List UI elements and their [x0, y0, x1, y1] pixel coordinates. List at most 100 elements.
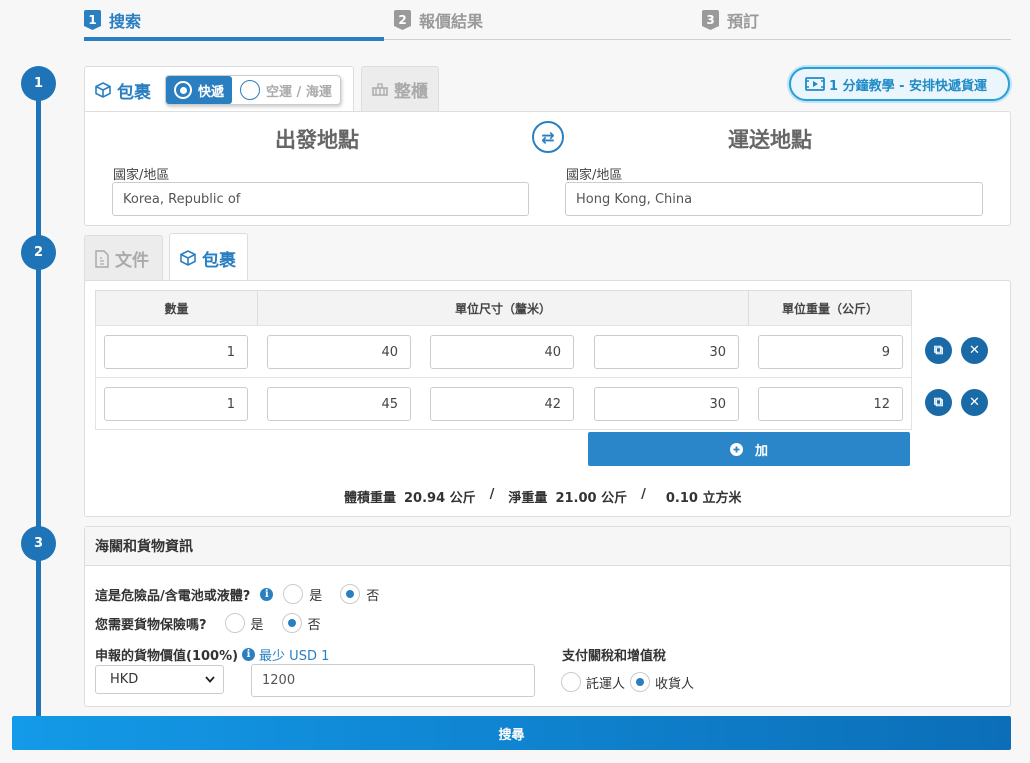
video-icon [805, 77, 825, 91]
tab-cargo-parcel-label: 包裹 [202, 250, 236, 271]
cargo-card: 數量 單位尺寸（釐米） 單位重量（公斤） 1 40 40 30 9 ⧉ ✕ 1 … [84, 280, 1011, 517]
duties-shipper-label: 託運人 [586, 676, 626, 692]
container-icon [372, 82, 388, 96]
volumetric-weight-label: 體積重量 [344, 491, 397, 506]
origin-country-field[interactable]: Korea, Republic of [112, 182, 529, 216]
mode-toggle: 快遞 空運 / 海運 [165, 75, 341, 105]
step-search: 1 搜索 [84, 8, 141, 32]
weight-summary: 體積重量 20.94 公斤 / 淨重量 21.00 公斤 / 0.10 立方米 [344, 487, 741, 506]
insurance-label: 您需要貨物保險嗎? [95, 617, 207, 633]
weight-header: 單位重量（公斤） [748, 290, 912, 326]
tab-cargo-parcel[interactable]: 包裹 [169, 233, 248, 282]
tab-container-label: 整櫃 [394, 81, 428, 102]
copy-row-icon[interactable]: ⧉ [925, 337, 952, 364]
mode-air-sea-label: 空運 / 海運 [266, 84, 332, 100]
declared-value-input[interactable]: 1200 [251, 664, 535, 697]
duties-label: 支付關稅和增值稅 [562, 649, 667, 664]
customs-card: 海關和貨物資訊 這是危險品/含電池或液體? i 是 否 您需要貨物保險嗎? 是 … [84, 526, 1011, 707]
plus-circle-icon [729, 442, 743, 456]
currency-value: HKD [110, 672, 139, 687]
declared-value-row: 申報的貨物價值(100%) i 最少 USD 1 [95, 645, 329, 664]
dangerous-yes-radio[interactable] [283, 584, 304, 604]
qty-input[interactable]: 1 [104, 387, 248, 421]
dangerous-no-radio[interactable] [340, 584, 361, 604]
step-quotes: 2 報價結果 [394, 8, 483, 32]
destination-title: 運送地點 [728, 128, 812, 152]
width-input[interactable]: 40 [430, 335, 574, 369]
mode-air-sea-option[interactable]: 空運 / 海運 [232, 80, 340, 100]
add-row-label: 加 [754, 443, 768, 459]
box-icon [180, 250, 196, 266]
radio-selected-icon [174, 81, 192, 99]
dangerous-goods-label: 這是危險品/含電池或液體? [95, 588, 251, 604]
volumetric-weight-value: 20.94 公斤 [404, 491, 476, 506]
volume-value: 0.10 立方米 [665, 491, 742, 506]
destination-country-field[interactable]: Hong Kong, China [565, 182, 983, 216]
minimum-value-note: 最少 USD 1 [259, 649, 330, 664]
progress-steps: 1 搜索 2 報價結果 3 預訂 [84, 0, 1011, 40]
weight-input[interactable]: 9 [758, 335, 903, 369]
info-icon[interactable]: i [260, 587, 274, 601]
dangerous-goods-question: 這是危險品/含電池或液體? i 是 否 [95, 584, 379, 604]
info-icon[interactable]: i [242, 648, 256, 661]
step-label: 搜索 [109, 12, 142, 31]
mode-express-option[interactable]: 快遞 [166, 76, 233, 104]
length-input[interactable]: 45 [267, 387, 411, 421]
tab-container[interactable]: 整櫃 [361, 66, 439, 111]
net-weight-label: 淨重量 [508, 491, 548, 506]
dangerous-no-label: 否 [366, 588, 380, 604]
insurance-yes-label: 是 [250, 617, 264, 633]
dims-header: 單位尺寸（釐米） [257, 290, 749, 326]
insurance-no-label: 否 [307, 617, 321, 633]
section-number: 2 [21, 235, 56, 270]
mode-express-label: 快遞 [198, 84, 225, 100]
tab-document-label: 文件 [115, 251, 149, 271]
search-button[interactable]: 搜尋 [12, 716, 1011, 750]
radio-empty-icon [240, 80, 261, 100]
height-input[interactable]: 30 [594, 335, 739, 369]
dangerous-yes-label: 是 [309, 588, 323, 604]
duties-consignee-radio[interactable] [630, 672, 651, 692]
tutorial-button[interactable]: 1 分鐘教學 - 安排快遞貨運 [789, 67, 1010, 101]
insurance-question: 您需要貨物保險嗎? 是 否 [95, 613, 321, 633]
tab-document[interactable]: 文件 [84, 235, 163, 281]
declared-value-label: 申報的貨物價值(100%) [95, 649, 239, 664]
step-number: 1 [84, 10, 101, 30]
tab-parcel-label: 包裹 [117, 82, 151, 103]
width-input[interactable]: 42 [430, 387, 574, 421]
insurance-no-radio[interactable] [281, 613, 302, 633]
length-input[interactable]: 40 [267, 335, 411, 369]
origin-title: 出發地點 [275, 128, 359, 152]
delete-row-icon[interactable]: ✕ [961, 389, 988, 416]
origin-country-label: 國家/地區 [113, 168, 170, 183]
location-card: 出發地點 ⇄ 運送地點 國家/地區 Korea, Republic of 國家/… [84, 111, 1011, 226]
section-number: 1 [21, 66, 56, 101]
step-label: 預訂 [727, 12, 760, 31]
add-row-button[interactable]: 加 [588, 432, 910, 466]
destination-country-label: 國家/地區 [566, 168, 623, 183]
swap-icon[interactable]: ⇄ [532, 121, 564, 153]
currency-select[interactable]: HKD [95, 665, 224, 694]
progress-active-bar [84, 37, 384, 41]
copy-row-icon[interactable]: ⧉ [925, 389, 952, 416]
timeline-line [36, 84, 41, 724]
step-number: 2 [394, 10, 411, 30]
tab-parcel[interactable]: 包裹 快遞 空運 / 海運 [84, 66, 354, 113]
separator: / [489, 487, 495, 502]
delete-row-icon[interactable]: ✕ [961, 337, 988, 364]
insurance-yes-radio[interactable] [224, 613, 245, 633]
section-number: 3 [21, 526, 56, 561]
step-label: 報價結果 [419, 12, 484, 31]
qty-input[interactable]: 1 [104, 335, 248, 369]
step-number: 3 [702, 10, 719, 30]
duties-shipper-radio[interactable] [561, 672, 581, 692]
document-icon [95, 249, 109, 268]
qty-header: 數量 [95, 290, 258, 326]
tutorial-label: 1 分鐘教學 - 安排快遞貨運 [829, 78, 988, 94]
customs-title: 海關和貨物資訊 [85, 527, 1010, 566]
weight-input[interactable]: 12 [758, 387, 903, 421]
net-weight-value: 21.00 公斤 [555, 491, 628, 506]
height-input[interactable]: 30 [594, 387, 739, 421]
duties-payer-options: 託運人 收貨人 [561, 672, 694, 692]
chevron-down-icon [205, 676, 215, 683]
